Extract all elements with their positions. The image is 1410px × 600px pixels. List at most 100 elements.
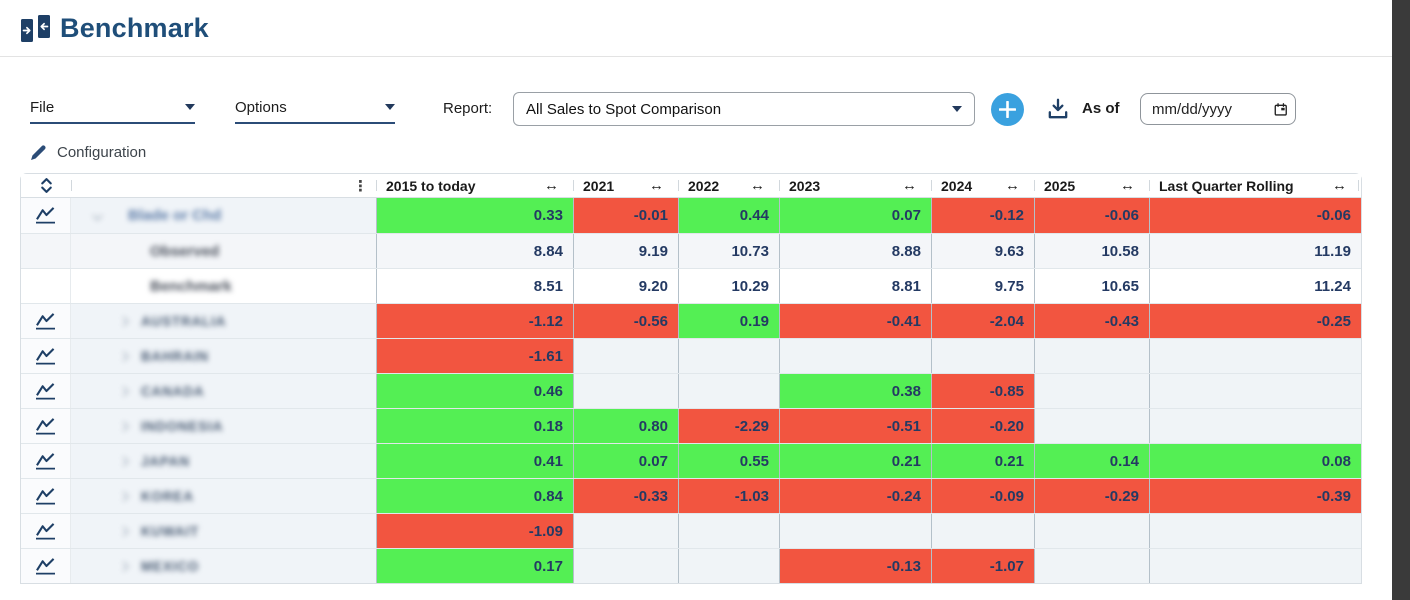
download-button[interactable] <box>1046 97 1070 121</box>
row-name-label: INDONESIA <box>141 419 223 434</box>
table-row: Observed8.849.1910.738.889.6310.5811.19 <box>21 233 1361 268</box>
column-header[interactable]: 2021 ↔ <box>573 174 678 197</box>
data-cell: 11.19 <box>1149 234 1361 268</box>
row-name-redacted: AUSTRALIA <box>71 314 226 329</box>
chevron-right-icon[interactable] <box>119 561 129 571</box>
kebab-menu-icon[interactable]: ⋮ <box>353 177 368 195</box>
row-name-cell: Observed <box>71 234 376 268</box>
table-body: Blade or Chd0.33-0.010.440.07-0.12-0.06-… <box>21 198 1361 583</box>
left-right-arrow-icon[interactable]: ↔ <box>902 177 917 194</box>
as-of-date-field[interactable] <box>1140 93 1296 125</box>
data-cell: -0.29 <box>1034 479 1149 513</box>
row-name-cell: CANADA <box>71 374 376 408</box>
data-cell <box>1149 409 1361 443</box>
column-header[interactable]: 2022↔ <box>678 174 779 197</box>
row-chart-button[interactable] <box>21 304 71 338</box>
options-menu-label: Options <box>235 99 287 116</box>
row-name-cell: Benchmark <box>71 269 376 303</box>
file-menu[interactable]: File <box>30 92 195 124</box>
expand-collapse-all-button[interactable] <box>21 177 71 194</box>
column-header-label: 2015 to today <box>376 178 475 194</box>
cell-value: -0.33 <box>634 488 668 505</box>
data-cell: -0.56 <box>573 304 678 338</box>
data-cell <box>678 514 779 548</box>
chevron-right-icon[interactable] <box>119 456 129 466</box>
chevron-right-icon[interactable] <box>119 421 129 431</box>
column-header-label: 2021 <box>573 178 614 194</box>
data-cell: -2.29 <box>678 409 779 443</box>
data-cell: 10.73 <box>678 234 779 268</box>
cell-value: 9.20 <box>639 278 668 295</box>
left-right-arrow-icon[interactable]: ↔ <box>544 177 559 194</box>
row-chart-button[interactable] <box>21 339 71 373</box>
left-right-arrow-icon[interactable]: ↔ <box>1120 177 1135 194</box>
table-row: CANADA0.460.38-0.85 <box>21 373 1361 408</box>
row-chart-button[interactable] <box>21 479 71 513</box>
row-name-cell: KOREA <box>71 479 376 513</box>
data-cell <box>931 339 1034 373</box>
table-row: JAPAN0.410.070.550.210.210.140.08 <box>21 443 1361 478</box>
row-name-label: KUWAIT <box>141 524 199 539</box>
data-cell: 0.44 <box>678 198 779 233</box>
data-cell: -0.06 <box>1149 198 1361 233</box>
line-chart-icon <box>34 522 57 541</box>
options-menu[interactable]: Options <box>235 92 395 124</box>
data-cell: -1.61 <box>376 339 573 373</box>
row-chart-button[interactable] <box>21 374 71 408</box>
data-cell: -0.01 <box>573 198 678 233</box>
calendar-icon[interactable] <box>1274 102 1288 117</box>
chevron-down-icon[interactable] <box>93 211 103 221</box>
cell-value: 10.73 <box>731 243 769 260</box>
left-right-arrow-icon[interactable]: ↔ <box>1332 177 1347 194</box>
data-cell: -0.20 <box>931 409 1034 443</box>
column-header[interactable]: 2024↔ <box>931 174 1034 197</box>
row-chart-button[interactable] <box>21 514 71 548</box>
data-cell <box>779 339 931 373</box>
row-chart-button[interactable] <box>21 549 71 583</box>
cell-value: 0.19 <box>740 313 769 330</box>
left-right-arrow-icon[interactable]: ↔ <box>750 177 765 194</box>
left-right-arrow-icon[interactable]: ↔ <box>1005 177 1020 194</box>
data-cell: -0.39 <box>1149 479 1361 513</box>
cell-value: 0.44 <box>740 207 769 224</box>
line-chart-icon <box>34 206 57 225</box>
cell-value: 0.55 <box>740 453 769 470</box>
cell-value: -0.43 <box>1105 313 1139 330</box>
cell-value: 9.75 <box>995 278 1024 295</box>
left-right-arrow-icon[interactable]: ↔ <box>649 177 664 194</box>
configuration-label: Configuration <box>57 144 146 161</box>
row-chart-button[interactable] <box>21 198 71 233</box>
add-report-button[interactable] <box>991 93 1024 126</box>
cell-value: 11.19 <box>1314 243 1351 260</box>
cell-value: -0.20 <box>990 418 1024 435</box>
data-cell: 9.63 <box>931 234 1034 268</box>
report-select[interactable]: All Sales to Spot Comparison <box>513 92 975 126</box>
chevron-right-icon[interactable] <box>119 491 129 501</box>
chevron-right-icon[interactable] <box>119 316 129 326</box>
cell-value: 10.58 <box>1101 243 1139 260</box>
report-select-value: All Sales to Spot Comparison <box>526 101 721 118</box>
configuration-button[interactable]: Configuration <box>30 144 146 161</box>
row-chart-button[interactable] <box>21 409 71 443</box>
chevron-right-icon[interactable] <box>119 526 129 536</box>
column-header[interactable]: Last Quarter Rolling↔ <box>1149 174 1361 197</box>
chevron-right-icon[interactable] <box>119 351 129 361</box>
toolbar: File Options Report: All Sales to Spot C… <box>0 92 1392 128</box>
benchmark-table: ⋮ 2015 to today↔2021↔2022↔2023↔2024↔2025… <box>20 173 1362 584</box>
column-header[interactable]: 2023↔ <box>779 174 931 197</box>
data-cell: -0.33 <box>573 479 678 513</box>
column-header[interactable]: 2025↔ <box>1034 174 1149 197</box>
data-cell: 0.80 <box>573 409 678 443</box>
table-row: Benchmark8.519.2010.298.819.7510.6511.24 <box>21 268 1361 303</box>
cell-value: 0.38 <box>892 383 921 400</box>
as-of-date-input[interactable] <box>1152 101 1274 118</box>
line-chart-icon <box>34 382 57 401</box>
column-header[interactable]: 2015 to today ↔ <box>376 174 573 197</box>
row-chart-button[interactable] <box>21 444 71 478</box>
row-chart-cell-empty <box>21 269 71 303</box>
data-cell: -0.24 <box>779 479 931 513</box>
chevron-right-icon[interactable] <box>119 386 129 396</box>
cell-value: 8.84 <box>534 243 563 260</box>
data-cell: 8.88 <box>779 234 931 268</box>
cell-value: -0.85 <box>990 383 1024 400</box>
